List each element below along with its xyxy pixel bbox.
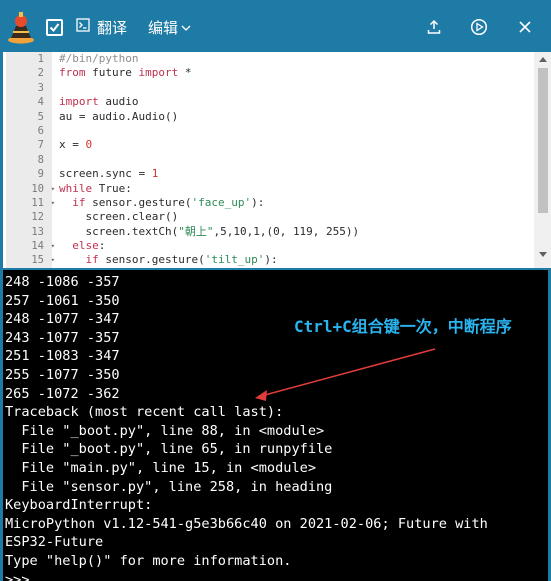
line-number: 13 [31, 225, 44, 238]
scroll-up-arrow-icon[interactable] [534, 56, 551, 66]
line-number: 1 [37, 53, 44, 65]
code-line[interactable]: 13 screen.textCh("朝上",5,10,1,(0, 119, 25… [6, 225, 533, 239]
code-token: 0 [85, 138, 93, 152]
line-number: 10 ▾ [31, 182, 55, 196]
line-number: 7 [37, 139, 44, 152]
code-token: "朝上" [178, 224, 214, 238]
code-line[interactable]: 4 import audio [6, 95, 533, 109]
line-number: 2 [37, 67, 44, 80]
code-line[interactable]: 2 from future import * [6, 66, 533, 80]
code-text: import audio [52, 95, 139, 109]
code-token: while [59, 181, 93, 195]
code-text: from future import * [52, 66, 191, 80]
annotation-text: Ctrl+C组合键一次，中断程序 [294, 317, 512, 336]
line-number: 4 [37, 96, 44, 109]
code-token: x = [59, 138, 86, 152]
code-line[interactable]: 12 screen.clear() [6, 210, 533, 224]
code-text: screen.clear() [52, 210, 178, 224]
code-token: from [59, 66, 86, 80]
code-token: 'tilt_up' [204, 253, 265, 267]
scroll-down-arrow-icon[interactable] [534, 252, 551, 262]
code-line[interactable]: 15 ▾ if sensor.gesture('tilt_up'): [6, 253, 533, 267]
terminal-icon [76, 18, 90, 36]
code-text: if sensor.gesture('tilt_up'): [52, 253, 278, 267]
code-text: #/bin/python [52, 52, 138, 66]
chevron-down-icon [181, 18, 191, 36]
code-text: x = 0 [52, 138, 92, 152]
code-text: screen.sync = 1 [52, 167, 158, 181]
upload-icon[interactable] [423, 16, 445, 38]
line-number: 6 [37, 124, 44, 137]
code-token: ,5,10,1,(0, 119, 255)) [213, 224, 360, 238]
fold-arrow-icon[interactable]: ▾ [51, 182, 55, 196]
code-token: ): [264, 253, 278, 267]
code-token: sensor.gesture( [98, 253, 205, 267]
line-number: 11 ▾ [31, 196, 55, 210]
code-token: if [59, 253, 99, 267]
code-lines[interactable]: 1 #/bin/python 2 from future import * 3 4 impo… [6, 52, 533, 268]
code-line[interactable]: 3 [6, 81, 533, 95]
code-line[interactable]: 10 ▾ while True: [6, 182, 533, 196]
title-bar: 翻译 编辑 [0, 0, 551, 52]
line-number: 5 [37, 110, 44, 123]
edit-label: 编辑 [148, 18, 179, 37]
checkbox-checked-icon[interactable] [46, 19, 63, 36]
editor-scrollbar[interactable] [534, 52, 551, 268]
code-token: #/bin/python [59, 52, 139, 65]
close-icon[interactable] [514, 16, 536, 38]
line-number: 8 [37, 153, 44, 166]
fold-arrow-icon[interactable]: ▾ [51, 253, 55, 267]
code-token: import [138, 66, 179, 80]
code-token: future [85, 66, 139, 80]
line-number: 14 ▾ [31, 239, 55, 253]
code-token: else [59, 239, 99, 253]
code-text: while True: [52, 182, 132, 196]
code-editor[interactable]: 1 #/bin/python 2 from future import * 3 4 impo… [0, 52, 551, 268]
code-token: 'face_up' [191, 195, 252, 209]
code-text: else: [52, 239, 105, 253]
terminal-output[interactable]: 248 -1086 -357 257 -1061 -350 248 -1077 -3… [0, 268, 551, 581]
code-line[interactable]: 7 x = 0 [6, 138, 533, 152]
code-token: True: [92, 181, 132, 195]
code-line[interactable]: 6 [6, 124, 533, 138]
line-number: 12 [31, 211, 44, 224]
code-token: import [59, 95, 99, 109]
code-line[interactable]: 1 #/bin/python [6, 52, 533, 66]
code-token: audio [98, 95, 139, 109]
code-token: if [59, 195, 86, 209]
code-token: sensor.gesture( [85, 195, 192, 209]
code-text: if sensor.gesture('face_up'): [52, 196, 264, 210]
code-token: 1 [151, 167, 159, 181]
edit-menu-button[interactable]: 编辑 [148, 13, 191, 41]
code-line[interactable]: 9 screen.sync = 1 [6, 167, 533, 181]
code-token: screen.sync = [59, 167, 152, 181]
fold-arrow-icon[interactable]: ▾ [51, 239, 55, 253]
code-token: * [178, 66, 192, 80]
line-number: 9 [37, 168, 44, 181]
code-text: screen.textCh("朝上",5,10,1,(0, 119, 255)) [52, 225, 359, 239]
run-icon[interactable] [468, 16, 490, 38]
code-text: au = audio.Audio() [52, 110, 178, 124]
translate-button[interactable]: 翻译 [76, 13, 127, 41]
code-line[interactable]: 8 [6, 153, 533, 167]
code-line[interactable]: 11 ▾ if sensor.gesture('face_up'): [6, 196, 533, 210]
code-token: : [98, 239, 106, 253]
code-line[interactable]: 14 ▾ else: [6, 239, 533, 253]
line-number: 3 [37, 81, 44, 94]
translate-label: 翻译 [97, 18, 128, 37]
code-token: screen.clear() [59, 210, 179, 224]
app-logo-icon [5, 10, 37, 44]
code-line[interactable]: 5 au = audio.Audio() [6, 110, 533, 124]
code-token: au = audio.Audio() [59, 109, 179, 123]
code-token: ): [251, 195, 265, 209]
scrollbar-thumb[interactable] [538, 68, 548, 213]
code-token: screen.textCh( [59, 224, 179, 238]
fold-arrow-icon[interactable]: ▾ [51, 196, 55, 210]
line-number: 15 ▾ [31, 253, 55, 267]
